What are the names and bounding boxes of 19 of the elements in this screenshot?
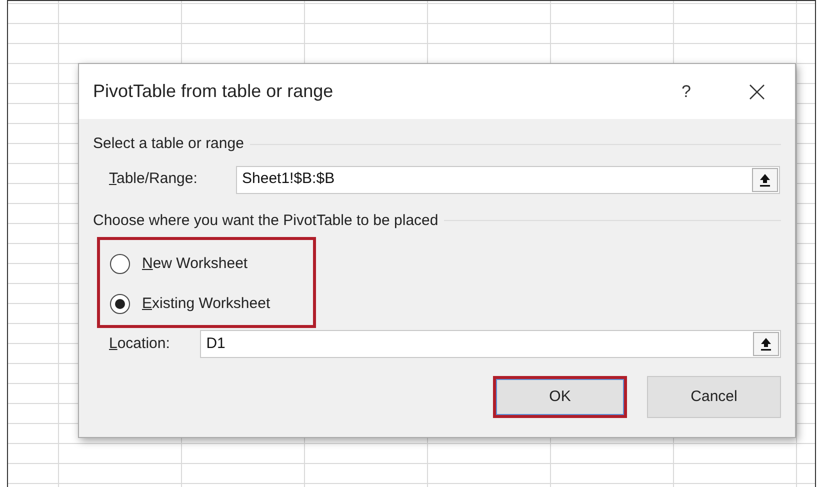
field-label: Table/Range:	[109, 169, 198, 190]
window-title: PivotTable from table or range	[93, 80, 334, 103]
dialog-button[interactable]: OK	[493, 376, 627, 418]
help-button[interactable]: ?	[682, 78, 691, 104]
collapse-dialog-button[interactable]	[752, 168, 778, 192]
radio-label: New Worksheet	[142, 254, 248, 274]
close-icon[interactable]	[749, 84, 765, 100]
upload-arrow-icon	[760, 337, 772, 351]
field-label: Location:	[109, 334, 171, 354]
location-field[interactable]: D1	[200, 330, 781, 358]
section-heading: Select a table or range	[93, 134, 244, 154]
upload-arrow-icon	[759, 172, 771, 186]
section-heading: Choose where you want the PivotTable to be placed	[93, 210, 438, 230]
radio-label: Existing Worksheet	[142, 294, 270, 314]
radio-button[interactable]	[110, 294, 130, 314]
dialog-button[interactable]: Cancel	[647, 376, 781, 418]
range-field[interactable]: Sheet1!$B:$B	[236, 166, 780, 194]
radio-button[interactable]	[110, 254, 130, 274]
collapse-dialog-button[interactable]	[753, 332, 779, 356]
